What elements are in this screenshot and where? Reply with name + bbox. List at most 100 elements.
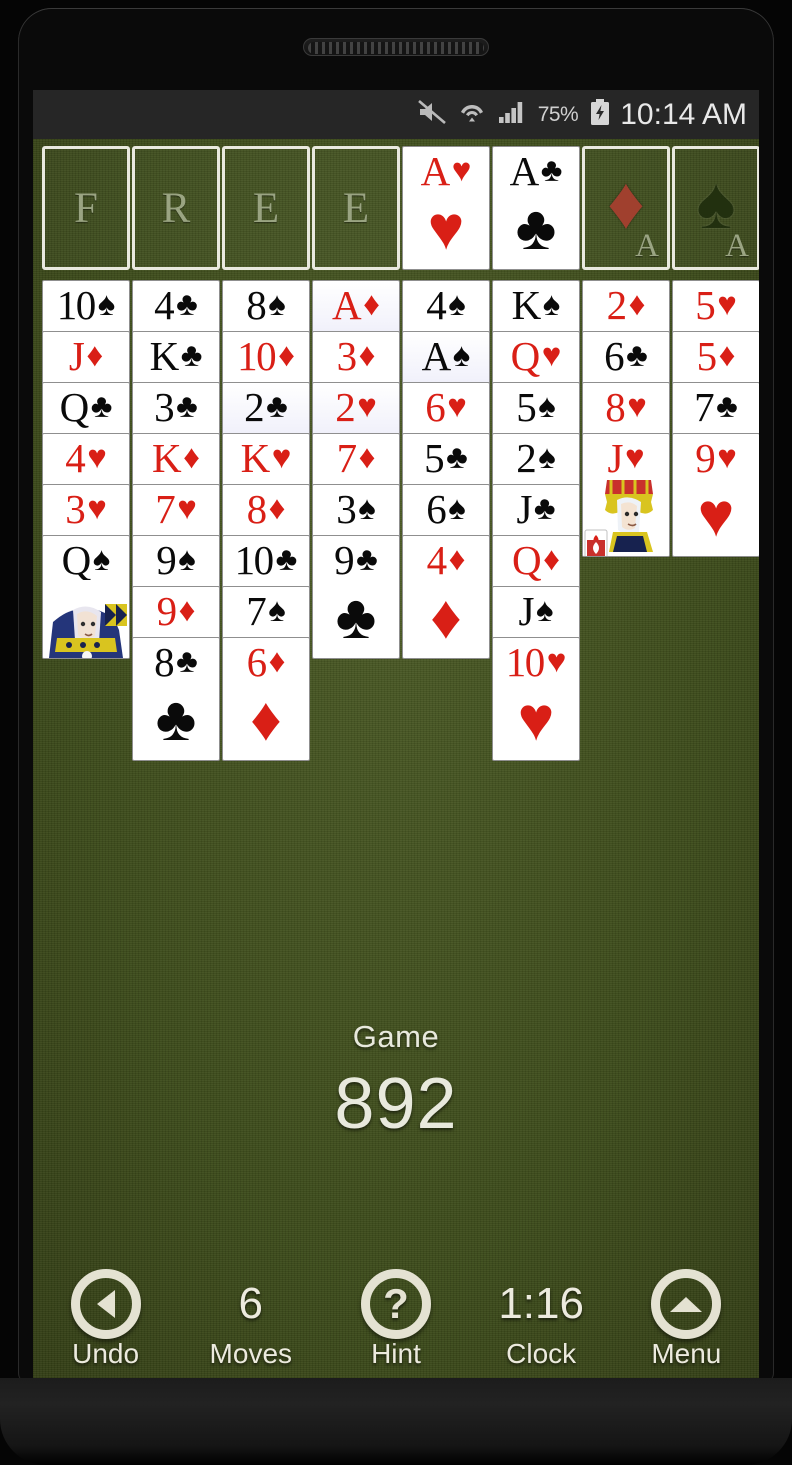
earpiece-speaker	[303, 38, 489, 56]
tableau-card-top[interactable]: 9 ♥ ♥	[672, 433, 759, 557]
card-rank: 2	[606, 281, 628, 328]
card-rank: 8	[154, 638, 175, 685]
card-rank: 9	[156, 587, 178, 634]
phone-device: 75% 10:14 AM F R E E A ♥ ♥ A ♣ ♣ ♦ A ♠ A…	[0, 0, 792, 1465]
card-suit: ♠	[448, 286, 466, 323]
card-rank: 6	[246, 638, 268, 685]
tableau-card-top[interactable]: 8 ♣ ♣	[132, 637, 220, 761]
question-mark-glyph: ?	[383, 1280, 409, 1327]
card-suit: ♥	[546, 643, 567, 680]
freecell-letter: R	[161, 184, 191, 232]
foundation-hearts[interactable]: A ♥ ♥	[402, 146, 490, 270]
card-suit: ♥	[627, 388, 647, 425]
card-rank: 5	[696, 332, 718, 379]
card-rank: 10	[234, 536, 275, 583]
tableau-card-top[interactable]: Q ♠	[42, 535, 130, 659]
card-suit: ♦	[628, 286, 646, 323]
foundation-diamonds[interactable]: ♦ A	[582, 146, 670, 270]
card-rank: 7	[246, 587, 267, 634]
hint-button[interactable]: ? Hint	[326, 1268, 466, 1370]
card-suit: ♦	[86, 337, 104, 374]
foundation-spades[interactable]: ♠ A	[672, 146, 759, 270]
menu-icon	[616, 1268, 756, 1340]
foundation-ghost: ♦ A	[585, 149, 667, 267]
card-suit: ♠	[452, 337, 471, 374]
card-rank: 9	[156, 536, 177, 583]
clock-value: 1:16	[498, 1279, 584, 1328]
phone-screen: 75% 10:14 AM F R E E A ♥ ♥ A ♣ ♣ ♦ A ♠ A…	[33, 90, 759, 1378]
card-rank: 5	[695, 281, 716, 328]
menu-label: Menu	[651, 1338, 722, 1369]
foundation-empty-slot: ♠ A	[672, 146, 759, 270]
queen-face-art	[43, 580, 129, 658]
card-rank: 3	[65, 485, 86, 532]
card-rank: 4	[426, 536, 448, 583]
card-suit: ♣	[176, 286, 198, 323]
card-suit: ♥	[717, 439, 737, 476]
foundation-card-clubs[interactable]: A ♣ ♣	[492, 146, 580, 270]
android-status-bar: 75% 10:14 AM	[33, 90, 759, 139]
foundation-clubs[interactable]: A ♣ ♣	[492, 146, 580, 270]
card-suit: ♠	[268, 592, 286, 629]
freecell-1[interactable]: F	[42, 146, 130, 270]
undo-button[interactable]: Undo	[36, 1268, 176, 1370]
card-suit: ♣	[356, 541, 378, 578]
freecell-2[interactable]: R	[132, 146, 220, 270]
card-center-suit: ♦	[250, 686, 282, 754]
freecell-empty-slot: E	[312, 146, 400, 270]
card-rank: 5	[516, 383, 537, 430]
tableau-card-top[interactable]: J ♥	[582, 433, 670, 557]
card-suit: ♦	[183, 439, 200, 476]
card-center-suit: ♣	[515, 195, 557, 263]
card-rank: K	[511, 281, 542, 328]
card-center-suit: ♥	[697, 482, 735, 550]
card-rank: 8	[605, 383, 626, 430]
card-suit: ♣	[275, 541, 298, 578]
card-corner: J ♥	[583, 434, 669, 482]
card-suit: ♦	[178, 592, 196, 629]
card-suit: ♣	[180, 337, 203, 374]
card-rank: 7	[336, 434, 358, 481]
card-suit: ♠	[178, 541, 196, 578]
card-rank: 9	[695, 434, 716, 481]
card-rank: A	[420, 147, 451, 194]
jack-face-art	[583, 478, 669, 556]
tableau-card-top[interactable]: 9 ♣ ♣	[312, 535, 400, 659]
card-rank: J	[607, 434, 623, 481]
card-suit: ♦	[718, 337, 736, 374]
card-rank: 3	[154, 383, 175, 430]
bottom-toolbar: Undo 6 Moves ? Hint 1:16 Clock Menu	[33, 1258, 759, 1378]
card-rank: 3	[336, 332, 358, 379]
tableau-card-top[interactable]: 6 ♦ ♦	[222, 637, 310, 761]
card-suit: ♣	[176, 643, 198, 680]
game-number-display: Game 892	[33, 1019, 759, 1145]
freecell-3[interactable]: E	[222, 146, 310, 270]
card-rank: J	[516, 485, 532, 532]
card-suit: ♣	[540, 152, 563, 189]
freecell-4[interactable]: E	[312, 146, 400, 270]
battery-percent-label: 75%	[537, 102, 579, 126]
card-rank: A	[509, 147, 540, 194]
card-suit: ♣	[446, 439, 468, 476]
foundation-card-hearts[interactable]: A ♥ ♥	[402, 146, 490, 270]
card-rank: 4	[154, 281, 175, 328]
card-suit: ♠	[448, 490, 466, 527]
card-suit: ♣	[266, 388, 288, 425]
tableau-card-top[interactable]: 10 ♥ ♥	[492, 637, 580, 761]
phone-bezel-bottom	[0, 1378, 792, 1465]
tableau-card-top[interactable]: 4 ♦ ♦	[402, 535, 490, 659]
moves-label: Moves	[209, 1338, 293, 1369]
mute-icon	[417, 99, 447, 130]
undo-label: Undo	[72, 1338, 140, 1369]
card-suit: ♦	[278, 337, 295, 374]
card-rank: Q	[61, 536, 92, 583]
foundation-ghost: ♠ A	[675, 149, 757, 267]
foundation-ghost-rank: A	[725, 228, 749, 264]
menu-button[interactable]: Menu	[616, 1268, 756, 1370]
freecell-letter: F	[74, 184, 98, 232]
freecell-empty-slot: E	[222, 146, 310, 270]
card-rank: K	[149, 332, 180, 379]
game-table: F R E E A ♥ ♥ A ♣ ♣ ♦ A ♠ A 10 ♠ J ♦ Q ♣…	[33, 139, 759, 1378]
hint-label: Hint	[371, 1338, 421, 1369]
card-rank: Q	[59, 383, 90, 430]
